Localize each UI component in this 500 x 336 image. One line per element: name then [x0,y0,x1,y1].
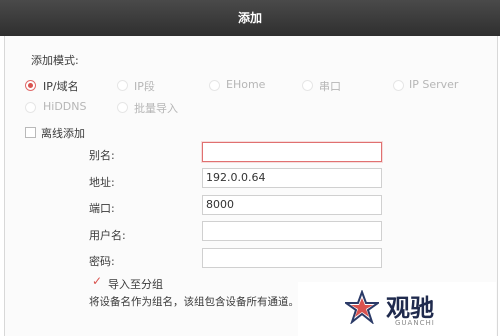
mode-ip-server-radio [393,80,404,91]
watermark-logo-icon [345,290,379,324]
mode-hiddns-label: HiDDNS [43,100,87,113]
port-input[interactable]: 8000 [202,195,382,215]
import-group-label[interactable]: 导入至分组 [108,276,163,292]
mode-hiddns-radio [25,102,36,113]
watermark-sub: GUANCHI [395,319,435,327]
offline-add-label[interactable]: 离线添加 [41,125,85,141]
address-input[interactable]: 192.0.0.64 [202,168,382,188]
group-hint-text: 将设备名作为组名，该组包含设备所有通道。 [89,296,299,308]
watermark: 观驰 GUANCHI [298,282,496,336]
offline-add-checkbox[interactable] [25,127,36,138]
username-label: 用户名: [89,229,126,242]
password-label: 密码: [89,255,115,268]
import-group-check-icon[interactable]: ✓ [92,274,102,288]
port-label: 端口: [89,202,115,215]
username-input[interactable] [202,221,382,241]
mode-ip-range-radio [117,80,128,91]
mode-ip-domain-label[interactable]: IP/域名 [43,78,79,94]
mode-ip-domain-radio[interactable] [25,80,36,91]
dialog-title: 添加 [237,11,262,25]
watermark-name: 观驰 [386,294,434,322]
radio-selected-dot [28,83,33,88]
mode-batch-import-label: 批量导入 [134,102,178,115]
mode-ip-server-label: IP Server [409,78,459,91]
mode-label: 添加模式: [31,54,79,67]
mode-batch-import-radio [117,102,128,113]
mode-ehome-radio [209,80,220,91]
alias-label: 别名: [89,149,115,162]
address-label: 地址: [89,176,115,189]
mode-ip-range-label: IP段 [134,80,155,93]
mode-ehome-label: EHome [226,78,266,91]
password-input[interactable] [202,248,382,268]
mode-serial-label: 串口 [319,80,341,93]
mode-serial-radio [302,80,313,91]
alias-input[interactable] [202,142,382,162]
